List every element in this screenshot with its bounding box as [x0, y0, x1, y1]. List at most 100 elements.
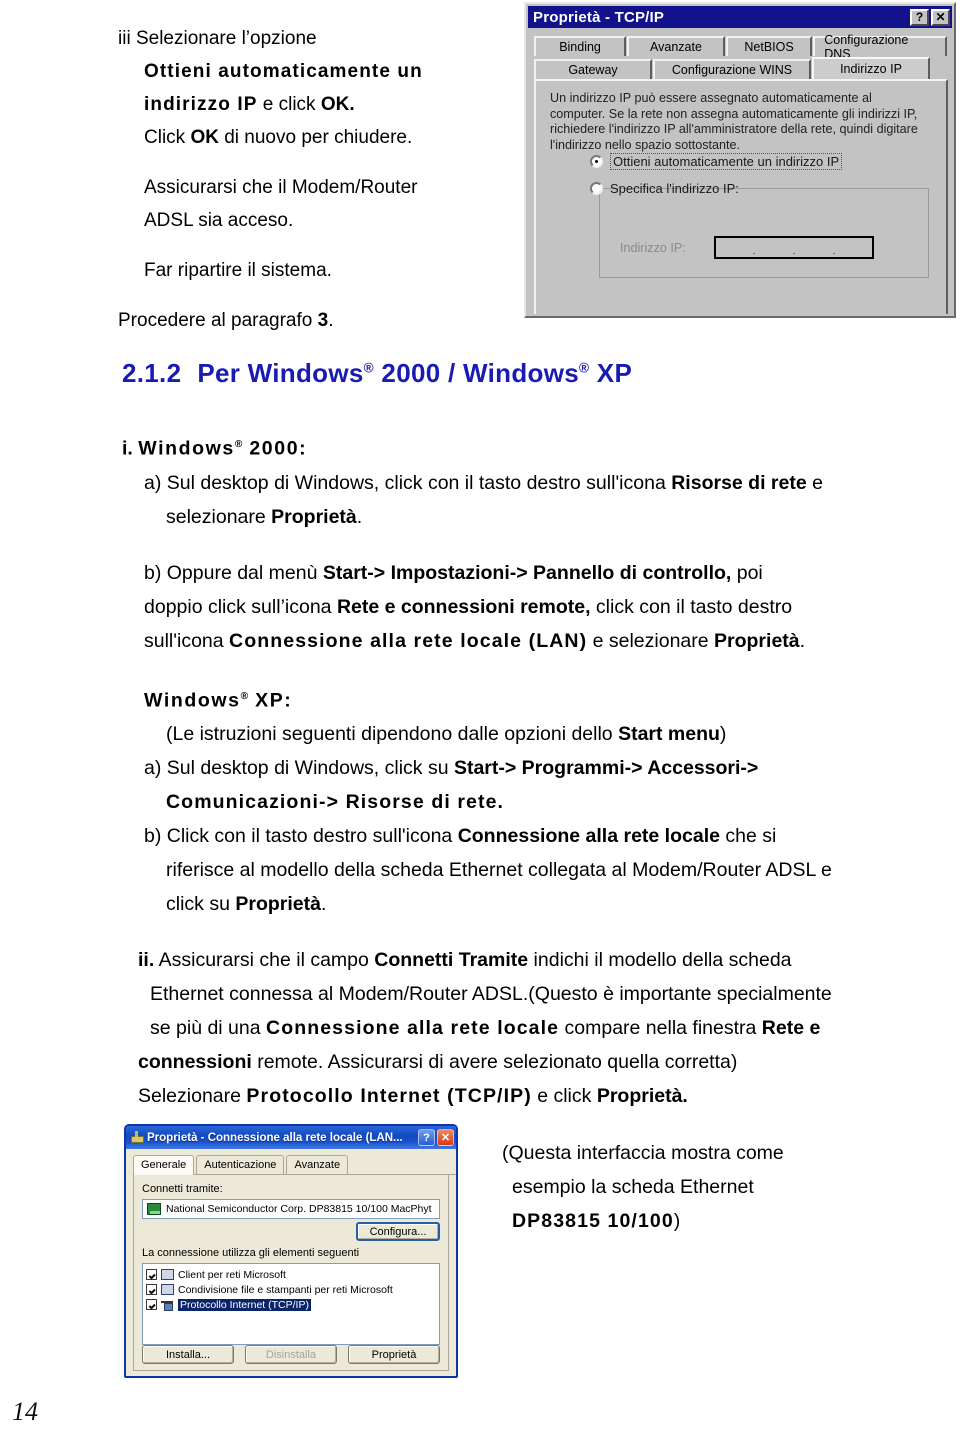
- intro-line-5: Assicurarsi che il Modem/Router: [144, 177, 418, 198]
- list-item[interactable]: Client per reti Microsoft: [146, 1267, 436, 1282]
- w2k-step-a-bold-2: Proprietà: [271, 505, 357, 528]
- xp-step-b-text-4: .: [320, 893, 327, 915]
- tab-binding[interactable]: Binding: [534, 36, 627, 56]
- tcpip-description: Un indirizzo IP può essere assegnato aut…: [550, 91, 918, 152]
- intro-line-4: Click OK di nuovo per chiudere.: [118, 121, 508, 154]
- intro-marker: iii: [118, 28, 131, 49]
- w2k-step-a-text-1: a) Sul desktop di Windows, click con il …: [144, 471, 672, 494]
- radio-off-icon[interactable]: [590, 182, 603, 195]
- configure-button[interactable]: Configura...: [356, 1222, 440, 1241]
- step-ii-bold-3: Rete e: [761, 1017, 821, 1039]
- w2k-step-b-bold-2: Rete e connessioni remote,: [336, 595, 591, 618]
- intro-gap-1: [118, 154, 508, 171]
- ip-address-input[interactable]: . . .: [714, 236, 874, 259]
- section-number: 2.1.2: [122, 358, 182, 388]
- intro-line-1-text: Selezionare l’opzione: [135, 28, 317, 49]
- ip-octet-2[interactable]: [756, 238, 792, 257]
- figure-caption: (Questa interfaccia mostra come esempio …: [502, 1136, 902, 1238]
- intro-line-3-plain: e click: [257, 94, 321, 115]
- intro-line-8: Procedere al paragrafo 3.: [118, 304, 508, 337]
- adapter-field[interactable]: National Semiconductor Corp. DP83815 10/…: [142, 1199, 440, 1219]
- caption-line-1: (Questa interfaccia mostra come: [502, 1142, 784, 1164]
- w2k-step-b-line-3: sull'icona Connessione alla rete locale …: [122, 624, 960, 658]
- list-item[interactable]: Protocollo Internet (TCP/IP): [146, 1297, 436, 1312]
- lan-title-text: Proprietà - Connessione alla rete locale…: [147, 1131, 403, 1144]
- tab-configurazione-dns[interactable]: Configurazione DNS: [813, 33, 947, 61]
- checkbox-icon[interactable]: [146, 1269, 157, 1280]
- xp-note-text-1: (Le istruzioni seguenti dipendono dalle …: [166, 723, 619, 745]
- intro-line-3-bold-a: indirizzo IP: [144, 94, 258, 115]
- network-connection-icon: [130, 1131, 144, 1144]
- tab-avanzate[interactable]: Avanzate: [627, 36, 725, 56]
- checkbox-icon[interactable]: [146, 1299, 157, 1310]
- ip-octet-1[interactable]: [716, 238, 752, 257]
- windows-2000-subheading: i. Windows® 2000:: [122, 428, 960, 466]
- component-label: Client per reti Microsoft: [178, 1268, 286, 1281]
- intro-line-7: Far ripartire il sistema.: [144, 260, 332, 281]
- intro-line-3: indirizzo IP e click OK.: [118, 88, 508, 121]
- tcpip-tab-strip: Binding Avanzate NetBIOS Configurazione …: [534, 33, 948, 79]
- tab-avanzate-xp[interactable]: Avanzate: [286, 1155, 349, 1174]
- help-button-xp[interactable]: ?: [418, 1129, 435, 1146]
- close-icon[interactable]: ✕: [931, 8, 950, 26]
- windows-xp-version: XP:: [248, 689, 293, 711]
- components-list[interactable]: Client per reti Microsoft Condivisione f…: [142, 1263, 440, 1345]
- w2k-step-b-bold-3: Connessione alla rete locale (LAN): [229, 629, 588, 652]
- intro-line-3-bold-b: OK.: [320, 94, 355, 115]
- page-number: 14: [12, 1397, 38, 1426]
- xp-step-b-bold-2: Proprietà: [235, 893, 321, 915]
- top-section: iii Selezionare l’opzione Ottieni automa…: [0, 0, 960, 331]
- lan-button-bar: Installa... Disinstalla Proprietà: [142, 1345, 440, 1364]
- xp-step-b-line-2: riferisce al modello della scheda Ethern…: [166, 859, 832, 881]
- close-icon-xp[interactable]: ✕: [437, 1129, 454, 1146]
- tab-gateway[interactable]: Gateway: [534, 59, 652, 79]
- tcpip-tab-panel: Un indirizzo IP può essere assegnato aut…: [534, 79, 948, 314]
- xp-step-b-text-3: click su: [166, 893, 236, 915]
- ip-octet-3[interactable]: [796, 238, 832, 257]
- registered-icon-2: ®: [579, 360, 590, 376]
- intro-line-2: Ottieni automaticamente un: [144, 61, 423, 82]
- connect-using-label: Connetti tramite:: [142, 1183, 223, 1195]
- tab-indirizzo-ip[interactable]: Indirizzo IP: [812, 57, 930, 79]
- tab-configurazione-wins[interactable]: Configurazione WINS: [653, 59, 811, 79]
- xp-step-a-line-1: a) Sul desktop di Windows, click su Star…: [122, 751, 960, 785]
- w2k-step-b-line-1: b) Oppure dal menù Start-> Impostazioni-…: [122, 556, 960, 590]
- client-icon: [161, 1269, 174, 1280]
- checkbox-icon[interactable]: [146, 1284, 157, 1295]
- adapter-name-value: National Semiconductor Corp. DP83815 10/…: [166, 1203, 432, 1215]
- help-button[interactable]: ?: [910, 8, 929, 26]
- list-item[interactable]: Condivisione file e stampanti per reti M…: [146, 1282, 436, 1297]
- radio-obtain-ip-label: Ottieni automaticamente un indirizzo IP: [610, 153, 843, 170]
- tab-netbios[interactable]: NetBIOS: [725, 36, 813, 56]
- w2k-step-a-line-2: selezionare Proprietà.: [122, 500, 960, 534]
- windows-2000-label: Windows: [138, 437, 235, 460]
- radio-on-icon[interactable]: [590, 155, 603, 168]
- xp-step-b-text-2: che si: [719, 825, 777, 847]
- windows-2000-version: 2000:: [242, 437, 308, 460]
- intro-line-8-a: Procedere al paragrafo: [118, 310, 318, 331]
- install-button[interactable]: Installa...: [142, 1345, 234, 1364]
- tab-generale[interactable]: Generale: [133, 1155, 195, 1175]
- intro-line-4-b: OK: [190, 127, 219, 148]
- specify-ip-group: [599, 188, 929, 278]
- xp-note-text-2: ): [719, 723, 727, 745]
- caption-line-3: DP83815 10/100): [502, 1204, 902, 1238]
- intro-line-1: iii Selezionare l’opzione: [118, 22, 508, 55]
- w2k-step-b-text-3: doppio click sull’icona: [144, 595, 337, 618]
- step-ii-marker: ii.: [138, 949, 155, 971]
- properties-button[interactable]: Proprietà: [348, 1345, 440, 1364]
- section-heading: 2.1.2 Per Windows® 2000 / Windows® XP: [122, 358, 632, 389]
- components-label: La connessione utilizza gli elementi seg…: [142, 1247, 360, 1259]
- radio-specify-ip-label: Specifica l'indirizzo IP:: [610, 181, 739, 196]
- radio-obtain-ip-automatically[interactable]: Ottieni automaticamente un indirizzo IP: [590, 153, 843, 170]
- tcpip-tab-row-1: Binding Avanzate NetBIOS Configurazione …: [534, 33, 948, 61]
- component-label: Condivisione file e stampanti per reti M…: [178, 1283, 393, 1296]
- w2k-step-b-bold-1: Start-> Impostazioni-> Pannello di contr…: [322, 561, 732, 584]
- w2k-step-a-bold-1: Risorse di rete: [671, 471, 807, 494]
- radio-specify-ip[interactable]: Specifica l'indirizzo IP:: [590, 181, 739, 196]
- w2k-step-a-text-3: selezionare: [166, 505, 272, 528]
- ip-octet-4[interactable]: [836, 238, 872, 257]
- step-ii-bold-4: connessioni: [138, 1051, 252, 1073]
- tab-autenticazione[interactable]: Autenticazione: [196, 1155, 285, 1174]
- intro-instructions: iii Selezionare l’opzione Ottieni automa…: [118, 22, 508, 337]
